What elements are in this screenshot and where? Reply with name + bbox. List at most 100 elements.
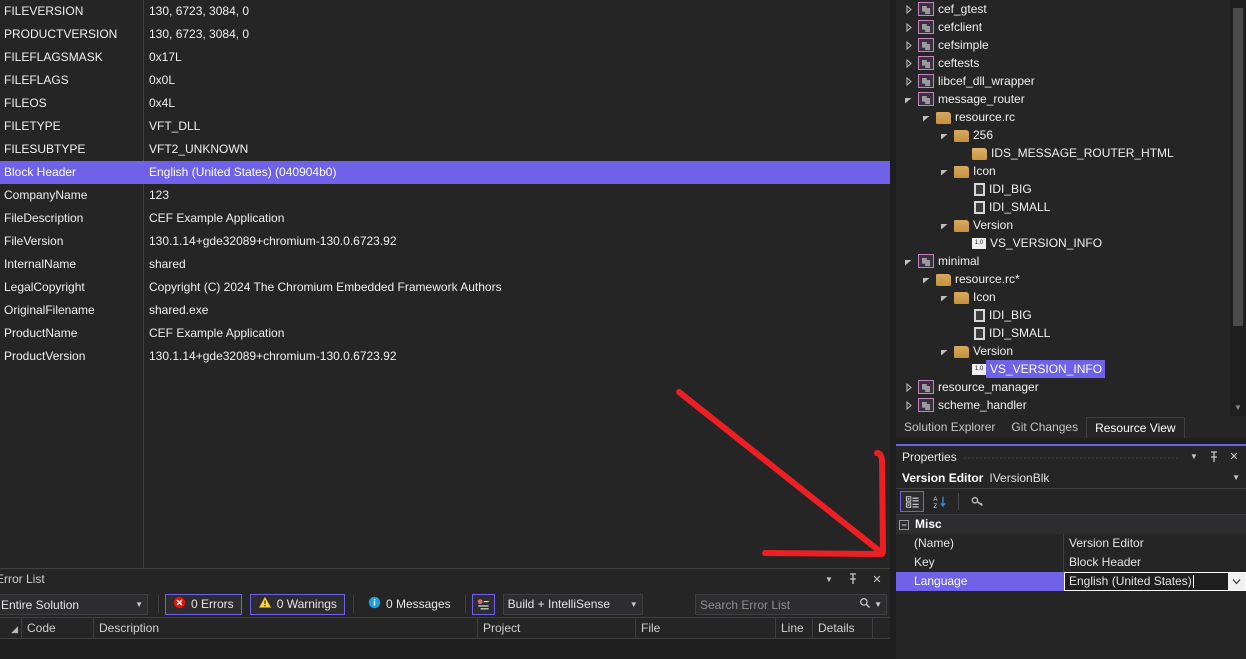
chevron-right-icon[interactable]: [902, 400, 915, 410]
version-editor-value[interactable]: 0x4L: [143, 92, 175, 115]
tree-item-vs-version-info[interactable]: 1.0 VS_VERSION_INFO: [896, 360, 1246, 378]
tree-item-resource-rc-[interactable]: resource.rc*: [896, 270, 1246, 288]
tree-item-idi-big[interactable]: IDI_BIG: [896, 306, 1246, 324]
tab-git-changes[interactable]: Git Changes: [1003, 417, 1086, 438]
version-editor-value[interactable]: 130, 6723, 3084, 0: [143, 23, 249, 46]
column-header-code[interactable]: Code: [22, 617, 94, 639]
version-editor-value[interactable]: shared: [143, 253, 186, 276]
chevron-down-icon[interactable]: [920, 113, 933, 122]
tree-item-cefclient[interactable]: cefclient: [896, 18, 1246, 36]
properties-category-misc[interactable]: − Misc: [896, 515, 1246, 534]
version-editor-document[interactable]: FILEVERSION 130, 6723, 3084, 0 PRODUCTVERS…: [0, 0, 890, 568]
chevron-down-icon[interactable]: ▼: [874, 600, 882, 609]
chevron-down-icon[interactable]: [938, 167, 951, 176]
column-header-icon[interactable]: ◢: [0, 617, 22, 639]
scrollbar-thumb[interactable]: [1233, 8, 1243, 326]
tree-item-resource-rc[interactable]: resource.rc: [896, 108, 1246, 126]
tree-item-ceftests[interactable]: ceftests: [896, 54, 1246, 72]
chevron-right-icon[interactable]: [902, 40, 915, 50]
error-list-panel[interactable]: Error List ▼ ✕ Entire Solution ▼ 0 Error: [0, 568, 890, 659]
version-editor-row[interactable]: FILEVERSION 130, 6723, 3084, 0: [0, 0, 890, 23]
property-value[interactable]: Version Editor: [1064, 534, 1246, 553]
tool-window-tabs[interactable]: Solution Explorer Git Changes Resource Vie…: [896, 416, 1246, 438]
column-header-file[interactable]: File: [636, 617, 776, 639]
property-value-editor[interactable]: English (United States): [1064, 572, 1246, 591]
chevron-right-icon[interactable]: [902, 58, 915, 68]
tree-item-message-router[interactable]: message_router: [896, 90, 1246, 108]
version-editor-row[interactable]: LegalCopyright Copyright (C) 2024 The Chr…: [0, 276, 890, 299]
tree-item-idi-small[interactable]: IDI_SMALL: [896, 324, 1246, 342]
version-editor-row[interactable]: FILEFLAGS 0x0L: [0, 69, 890, 92]
version-editor-row[interactable]: CompanyName 123: [0, 184, 890, 207]
property-row[interactable]: (Name) Version Editor: [896, 534, 1246, 553]
tree-item-version[interactable]: Version: [896, 342, 1246, 360]
version-editor-row[interactable]: PRODUCTVERSION 130, 6723, 3084, 0: [0, 23, 890, 46]
scroll-down-arrow-icon[interactable]: ▼: [1230, 403, 1246, 412]
tab-solution-explorer[interactable]: Solution Explorer: [896, 417, 1003, 438]
chevron-right-icon[interactable]: [902, 22, 915, 32]
property-value[interactable]: Block Header: [1064, 553, 1246, 572]
column-header-line[interactable]: Line: [776, 617, 813, 639]
version-editor-row[interactable]: InternalName shared: [0, 253, 890, 276]
tree-item-libcef-dll-wrapper[interactable]: libcef_dll_wrapper: [896, 72, 1246, 90]
version-editor-value[interactable]: CEF Example Application: [143, 322, 284, 345]
version-editor-value[interactable]: 123: [143, 184, 169, 207]
chevron-down-icon[interactable]: [902, 257, 915, 266]
build-messages-icon[interactable]: [471, 593, 495, 615]
chevron-right-icon[interactable]: [902, 382, 915, 392]
chevron-down-icon[interactable]: [938, 347, 951, 356]
search-icon[interactable]: [859, 597, 871, 612]
properties-panel[interactable]: Properties ▼ ✕ Version Editor IVersionBl…: [896, 444, 1246, 659]
properties-grid[interactable]: − Misc (Name) Version Editor Key Block Head…: [896, 515, 1246, 591]
version-editor-value[interactable]: English (United States) (040904b0): [143, 161, 336, 184]
version-editor-value[interactable]: 130, 6723, 3084, 0: [143, 0, 249, 23]
version-editor-row[interactable]: FILEFLAGSMASK 0x17L: [0, 46, 890, 69]
chevron-down-icon[interactable]: [938, 221, 951, 230]
tab-resource-view[interactable]: Resource View: [1086, 417, 1185, 438]
version-editor-row[interactable]: FileVersion 130.1.14+gde32089+chromium-13…: [0, 230, 890, 253]
version-editor-row[interactable]: FILEOS 0x4L: [0, 92, 890, 115]
version-editor-value[interactable]: 130.1.14+gde32089+chromium-130.0.6723.92: [143, 230, 397, 253]
tree-item-idi-big[interactable]: IDI_BIG: [896, 180, 1246, 198]
version-editor-value[interactable]: 0x0L: [143, 69, 175, 92]
version-editor-row[interactable]: ProductVersion 130.1.14+gde32089+chromium…: [0, 345, 890, 368]
version-editor-value[interactable]: shared.exe: [143, 299, 208, 322]
version-editor-value[interactable]: CEF Example Application: [143, 207, 284, 230]
error-list-grid[interactable]: [0, 639, 890, 659]
titlebar-drag-handle[interactable]: [962, 447, 1180, 468]
column-header-project[interactable]: Project: [478, 617, 636, 639]
resource-tree-scrollbar[interactable]: ▼: [1230, 0, 1246, 416]
chevron-down-icon[interactable]: [938, 131, 951, 140]
close-icon[interactable]: ✕: [1226, 450, 1242, 463]
search-input[interactable]: Search Error List ▼: [695, 594, 887, 615]
categorized-view-button[interactable]: [900, 491, 924, 512]
property-row[interactable]: Key Block Header: [896, 553, 1246, 572]
tree-item-idi-small[interactable]: IDI_SMALL: [896, 198, 1246, 216]
version-editor-value[interactable]: 0x17L: [143, 46, 182, 69]
scope-filter-dropdown[interactable]: Entire Solution ▼: [0, 594, 148, 615]
chevron-down-icon[interactable]: [920, 275, 933, 284]
version-editor-row[interactable]: FILESUBTYPE VFT2_UNKNOWN: [0, 138, 890, 161]
chevron-down-icon[interactable]: [902, 95, 915, 104]
version-editor-value[interactable]: Copyright (C) 2024 The Chromium Embedded…: [143, 276, 502, 299]
resource-view-tree[interactable]: cef_gtest cefclient cefsimple ceftests libce…: [896, 0, 1246, 416]
alphabetical-sort-button[interactable]: A Z: [927, 491, 951, 512]
tree-item-icon[interactable]: Icon: [896, 288, 1246, 306]
messages-filter-button[interactable]: 0 Messages: [360, 594, 459, 615]
pin-icon[interactable]: [1206, 450, 1222, 463]
dropdown-icon[interactable]: ▼: [1186, 452, 1202, 461]
build-filter-dropdown[interactable]: Build + IntelliSense ▼: [502, 593, 643, 615]
tree-item-minimal[interactable]: minimal: [896, 252, 1246, 270]
version-editor-row[interactable]: FileDescription CEF Example Application: [0, 207, 890, 230]
tree-item-ids-message-router-html[interactable]: IDS_MESSAGE_ROUTER_HTML: [896, 144, 1246, 162]
version-editor-value[interactable]: VFT_DLL: [143, 115, 200, 138]
version-editor-row[interactable]: ProductName CEF Example Application: [0, 322, 890, 345]
tree-item-resource-manager[interactable]: resource_manager: [896, 378, 1246, 396]
object-selector-dropdown[interactable]: Version Editor IVersionBlk ▼: [896, 467, 1246, 489]
tree-item-scheme-handler[interactable]: scheme_handler: [896, 396, 1246, 414]
column-header-details[interactable]: Details: [813, 617, 873, 639]
property-pages-button[interactable]: [966, 491, 990, 512]
column-header-description[interactable]: Description: [94, 617, 478, 639]
property-row[interactable]: Language English (United States): [896, 572, 1246, 591]
tree-item-cef-gtest[interactable]: cef_gtest: [896, 0, 1246, 18]
